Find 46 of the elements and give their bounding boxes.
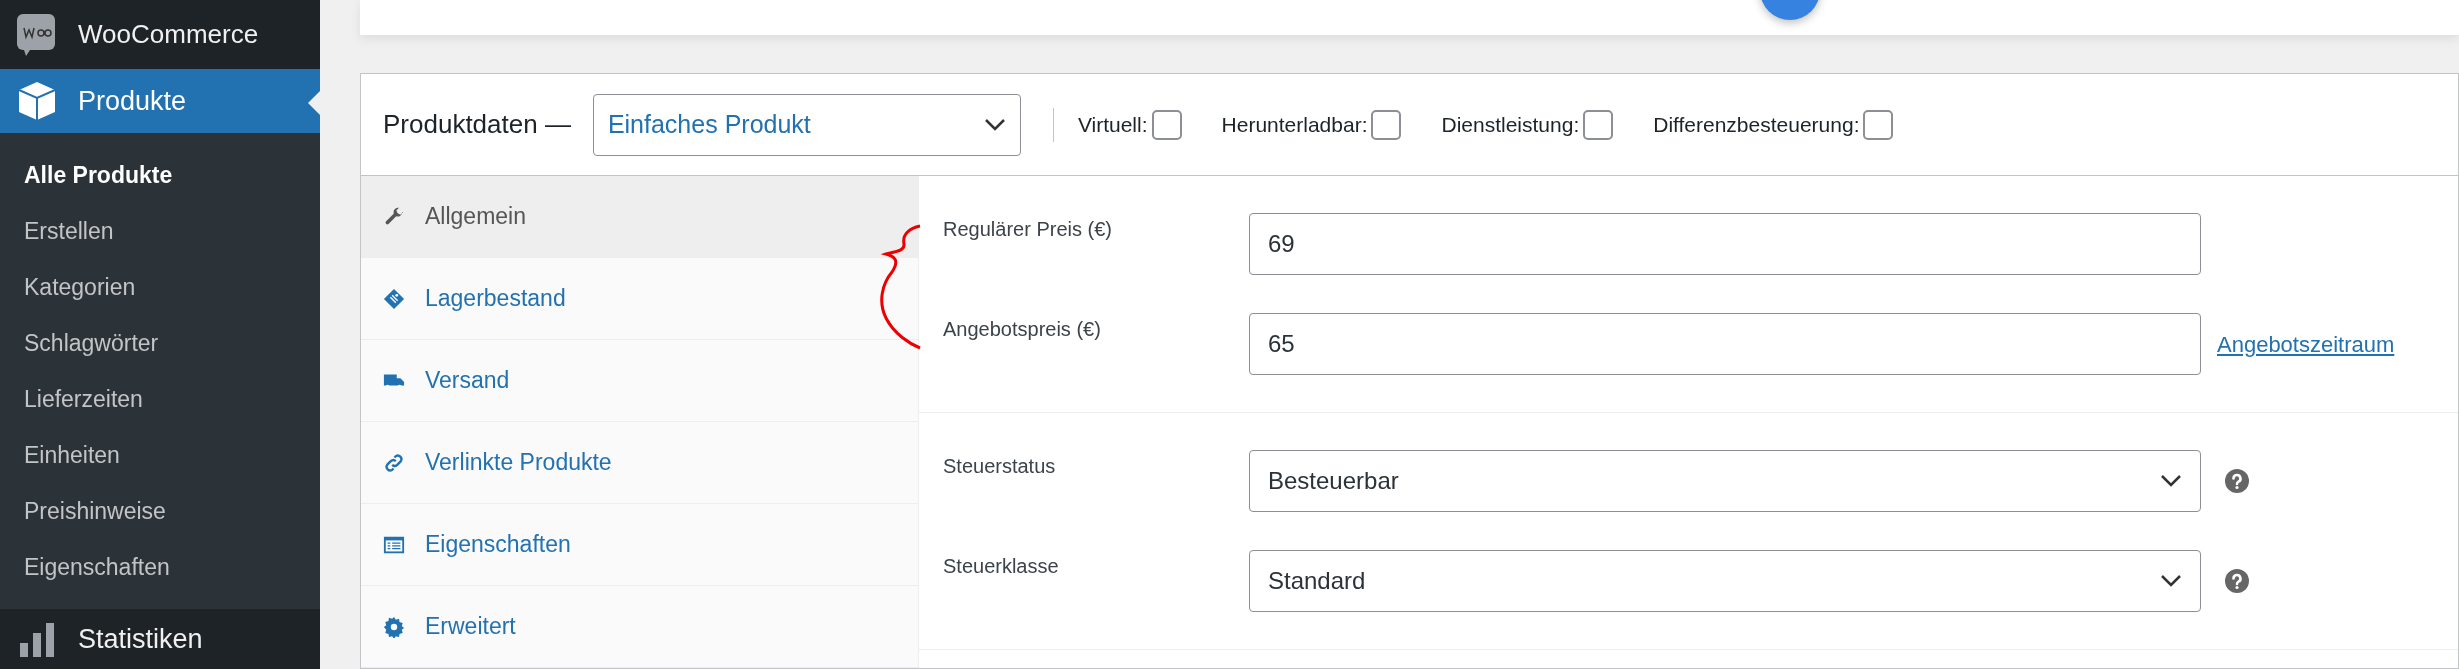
option-label: Differenzbesteuerung: <box>1653 111 1860 138</box>
date-range-link[interactable]: Angebotszeitraum <box>2217 327 2395 361</box>
product-data-tab[interactable]: Versand <box>361 340 918 422</box>
box-icon <box>18 81 56 122</box>
checkbox[interactable] <box>1583 109 1614 140</box>
checkbox[interactable] <box>1863 109 1894 140</box>
submenu-item[interactable]: Kategorien <box>0 259 320 316</box>
chevron-down-icon <box>2160 474 2182 488</box>
store-logo-icon <box>16 12 56 57</box>
field-label: Angebotspreis (€) <box>942 317 1102 342</box>
option-label: Dienstleistung: <box>1441 111 1580 138</box>
submenu-item[interactable]: Preishinweise <box>0 483 320 540</box>
product-data-tab[interactable]: Verlinkte Produkte <box>361 422 918 504</box>
submenu-item[interactable]: Erstellen <box>0 203 320 260</box>
panel-title: Produktdaten — <box>383 108 571 141</box>
select-field[interactable]: Besteuerbar <box>1249 450 2201 512</box>
option-label: Herunterladbar: <box>1221 111 1368 138</box>
submenu-item[interactable]: Einheiten <box>0 427 320 484</box>
link-icon <box>383 451 405 474</box>
checkbox[interactable] <box>1151 109 1182 140</box>
chevron-down-icon <box>2160 574 2182 588</box>
field-label: Steuerstatus <box>942 454 1057 479</box>
product-data-tab[interactable]: Erweitert <box>361 586 918 668</box>
menu-item[interactable]: Statistiken <box>0 609 320 669</box>
product-data-tab[interactable]: Allgemein <box>361 176 918 258</box>
bar-chart-icon <box>18 621 56 657</box>
field-label: Steuerklasse <box>942 554 1060 579</box>
active-menu-pointer <box>308 91 320 116</box>
product-data-tab[interactable]: Lagerbestand <box>361 258 918 340</box>
menu-item[interactable]: WooCommerce <box>0 0 320 70</box>
submenu-item[interactable]: Schlagwörter <box>0 315 320 372</box>
submenu-item[interactable]: Lieferzeiten <box>0 371 320 428</box>
option-label: Virtuell: <box>1077 111 1148 138</box>
submenu-item[interactable]: Alle Produkte <box>0 147 320 204</box>
gear-icon <box>383 615 405 638</box>
product-data-tab[interactable]: Eigenschaften <box>361 504 918 586</box>
checkbox[interactable] <box>1371 109 1402 140</box>
chevron-down-icon <box>983 117 1006 132</box>
input-field[interactable]: 65 <box>1249 313 2201 375</box>
tag-icon <box>383 287 405 310</box>
select-field[interactable]: Standard <box>1249 550 2201 612</box>
field-label: Regulärer Preis (€) <box>942 217 1113 242</box>
product-type-select[interactable]: Einfaches Produkt <box>592 93 1021 156</box>
menu-item[interactable]: Produkte <box>0 69 320 134</box>
submenu-item[interactable]: Eigenschaften <box>0 539 320 596</box>
input-field[interactable]: 69 <box>1249 213 2201 275</box>
